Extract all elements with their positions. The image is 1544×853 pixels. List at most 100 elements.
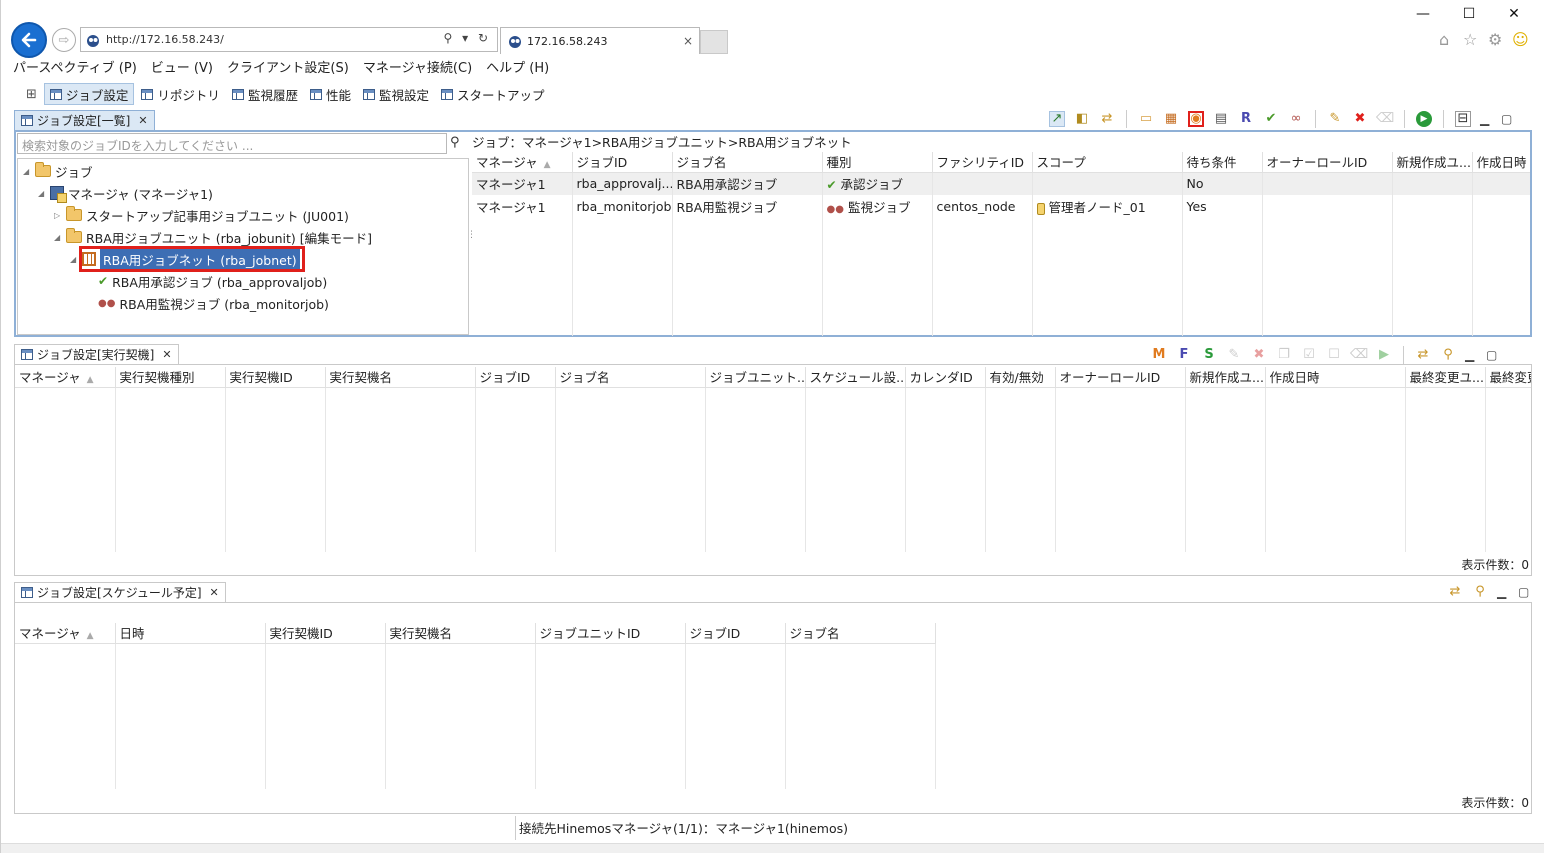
col-schedule[interactable]: スケジュール設... <box>805 367 906 388</box>
minimize-maximize-icons[interactable]: ▁ ▢ <box>1497 585 1533 599</box>
create-file-trigger-icon[interactable]: F <box>1176 347 1192 363</box>
maximize-button[interactable]: ☐ <box>1460 6 1478 24</box>
smiley-feedback-icon[interactable]: ☺ <box>1512 30 1529 49</box>
col-trigger-name[interactable]: 実行契機名 <box>325 367 476 388</box>
col-manager[interactable]: マネージャ ▲ <box>15 623 116 644</box>
menu-manager-connection[interactable]: マネージャ接続(C) <box>363 57 472 76</box>
col-trigger-id[interactable]: 実行契機ID <box>265 623 386 644</box>
col-manager[interactable]: マネージャ ▲ <box>15 367 116 388</box>
delete-x-icon[interactable]: ✖ <box>1352 111 1368 127</box>
home-icon[interactable]: ⌂ <box>1439 30 1449 49</box>
tab-close-icon[interactable]: × <box>683 34 693 48</box>
back-button[interactable] <box>11 22 47 58</box>
col-modified[interactable]: 最終変更 <box>1485 367 1531 388</box>
tab-job-list[interactable]: ジョブ設定[一覧] ✕ <box>14 110 155 130</box>
create-monitor-job-icon[interactable]: ∞ <box>1288 111 1304 127</box>
close-window-button[interactable]: ✕ <box>1505 6 1523 24</box>
perspective-monitor-settings[interactable]: 監視設定 <box>358 83 434 105</box>
col-job-id[interactable]: ジョブID <box>475 367 556 388</box>
menu-client-settings[interactable]: クライアント設定(S) <box>227 57 349 76</box>
run-icon[interactable]: ▶ <box>1416 111 1432 127</box>
col-manager[interactable]: マネージャ ▲ <box>472 152 573 173</box>
minimize-maximize-icons[interactable]: ▁ ▢ <box>1465 348 1501 362</box>
col-enabled[interactable]: 有効/無効 <box>985 367 1056 388</box>
col-created-user[interactable]: 新規作成ユ... <box>1392 152 1473 173</box>
create-approval-job-icon[interactable]: ◉ <box>1188 111 1204 127</box>
col-created-user[interactable]: 新規作成ユ... <box>1185 367 1266 388</box>
create-jobunit-icon[interactable]: ▭ <box>1138 111 1154 127</box>
col-job-name[interactable]: ジョブ名 <box>555 367 706 388</box>
col-trigger-name[interactable]: 実行契機名 <box>385 623 536 644</box>
perspective-repository[interactable]: リポジトリ <box>136 83 225 105</box>
col-trigger-type[interactable]: 実行契機種別 <box>115 367 226 388</box>
filter-icon[interactable]: ⚲ <box>1440 347 1456 363</box>
tree-node-job-root[interactable]: ◢ ジョブ <box>23 161 93 181</box>
run-icon[interactable]: ▶ <box>1376 347 1392 363</box>
tree-node-monitor-job[interactable]: ●● RBA用監視ジョブ (rba_monitorjob) <box>98 293 329 313</box>
col-calendar-id[interactable]: カレンダID <box>905 367 986 388</box>
col-owner-role-id[interactable]: オーナーロールID <box>1262 152 1393 173</box>
perspective-performance[interactable]: 性能 <box>305 83 356 105</box>
col-job-id[interactable]: ジョブID <box>685 623 786 644</box>
edit-pencil-icon[interactable]: ✎ <box>1226 347 1242 363</box>
refresh-icon[interactable]: ⇄ <box>1099 111 1115 127</box>
job-search-input[interactable]: 検索対象のジョブIDを入力してください ... <box>17 133 447 154</box>
create-schedule-trigger-icon[interactable]: S <box>1201 347 1217 363</box>
minimize-maximize-icons[interactable]: ▁ ▢ <box>1480 112 1516 126</box>
col-trigger-id[interactable]: 実行契機ID <box>225 367 326 388</box>
col-datetime[interactable]: 日時 <box>115 623 266 644</box>
tree-node-manager[interactable]: ◢ マネージャ (マネージャ1) <box>38 183 213 203</box>
forward-button[interactable]: ⇨ <box>52 28 76 52</box>
create-reference-job-icon[interactable]: R <box>1238 111 1254 127</box>
col-type[interactable]: 種別 <box>822 152 933 173</box>
minimize-button[interactable]: — <box>1414 6 1432 24</box>
col-jobunit-id[interactable]: ジョブユニットID <box>535 623 686 644</box>
tree-node-startup-jobunit[interactable]: ▷ スタートアップ記事用ジョブユニット (JU001) <box>54 205 349 225</box>
settings-gear-icon[interactable]: ⚙ <box>1488 30 1502 49</box>
create-manual-trigger-icon[interactable]: M <box>1151 347 1167 363</box>
create-command-job-icon[interactable]: ✔ <box>1263 111 1279 127</box>
col-scope[interactable]: スコープ <box>1032 152 1183 173</box>
eraser-icon[interactable]: ⌫ <box>1350 347 1368 363</box>
menu-perspective[interactable]: パースペクティブ (P) <box>13 57 137 76</box>
col-owner-role-id[interactable]: オーナーロールID <box>1055 367 1186 388</box>
col-jobunit[interactable]: ジョブユニット... <box>705 367 806 388</box>
menu-help[interactable]: ヘルプ (H) <box>486 57 549 76</box>
col-job-name[interactable]: ジョブ名 <box>785 623 936 644</box>
refresh-icon[interactable]: ⇄ <box>1447 584 1463 600</box>
perspective-job-settings[interactable]: ジョブ設定 <box>43 83 135 105</box>
col-wait-condition[interactable]: 待ち条件 <box>1182 152 1263 173</box>
filter-icon[interactable]: ⚲ <box>1472 584 1488 600</box>
create-file-job-icon[interactable]: ▤ <box>1213 111 1229 127</box>
delete-x-icon[interactable]: ✖ <box>1251 347 1267 363</box>
enable-icon[interactable]: ☑ <box>1301 347 1317 363</box>
search-refresh-icons[interactable]: ⚲ ▾ ↻ <box>444 31 492 45</box>
col-job-name[interactable]: ジョブ名 <box>672 152 823 173</box>
edit-pencil-icon[interactable]: ✎ <box>1327 111 1343 127</box>
copy-icon[interactable]: ❐ <box>1276 347 1292 363</box>
export-icon[interactable]: ↗ <box>1049 111 1065 127</box>
tree-view-icon[interactable]: ⊟ <box>1455 111 1471 127</box>
perspective-monitor-history[interactable]: 監視履歴 <box>227 83 303 105</box>
address-bar[interactable]: http://172.16.58.243/ ⚲ ▾ ↻ <box>80 27 498 52</box>
new-tab-button[interactable] <box>700 30 728 54</box>
col-facility-id[interactable]: ファシリティID <box>932 152 1033 173</box>
browser-tab[interactable]: 172.16.58.243 × <box>500 27 700 54</box>
col-job-id[interactable]: ジョブID <box>572 152 673 173</box>
disable-icon[interactable]: ☐ <box>1326 347 1342 363</box>
search-icon[interactable]: ⚲ <box>450 135 460 150</box>
tab-close-icon[interactable]: ✕ <box>138 114 147 127</box>
tree-node-rba-jobunit[interactable]: ◢ RBA用ジョブユニット (rba_jobunit) [編集モード] <box>54 227 372 247</box>
table-row[interactable]: マネージャ1 rba_approvalj... RBA用承認ジョブ ✔ 承認ジョ… <box>472 172 1530 195</box>
create-jobnet-icon[interactable]: ▦ <box>1163 111 1179 127</box>
tree-node-approval-job[interactable]: ✔ RBA用承認ジョブ (rba_approvaljob) <box>98 271 327 291</box>
eraser-icon[interactable]: ⌫ <box>1376 111 1394 127</box>
tab-close-icon[interactable]: ✕ <box>210 586 219 599</box>
manager-object-icon[interactable]: ◧ <box>1074 111 1090 127</box>
perspective-startup[interactable]: スタートアップ <box>436 83 550 105</box>
refresh-icon[interactable]: ⇄ <box>1415 347 1431 363</box>
col-created-date[interactable]: 作成日時 <box>1265 367 1406 388</box>
tab-execution-trigger[interactable]: ジョブ設定[実行契機] ✕ <box>14 344 179 364</box>
favorites-star-icon[interactable]: ☆ <box>1463 30 1477 49</box>
tab-schedule-plan[interactable]: ジョブ設定[スケジュール予定] ✕ <box>14 582 226 602</box>
